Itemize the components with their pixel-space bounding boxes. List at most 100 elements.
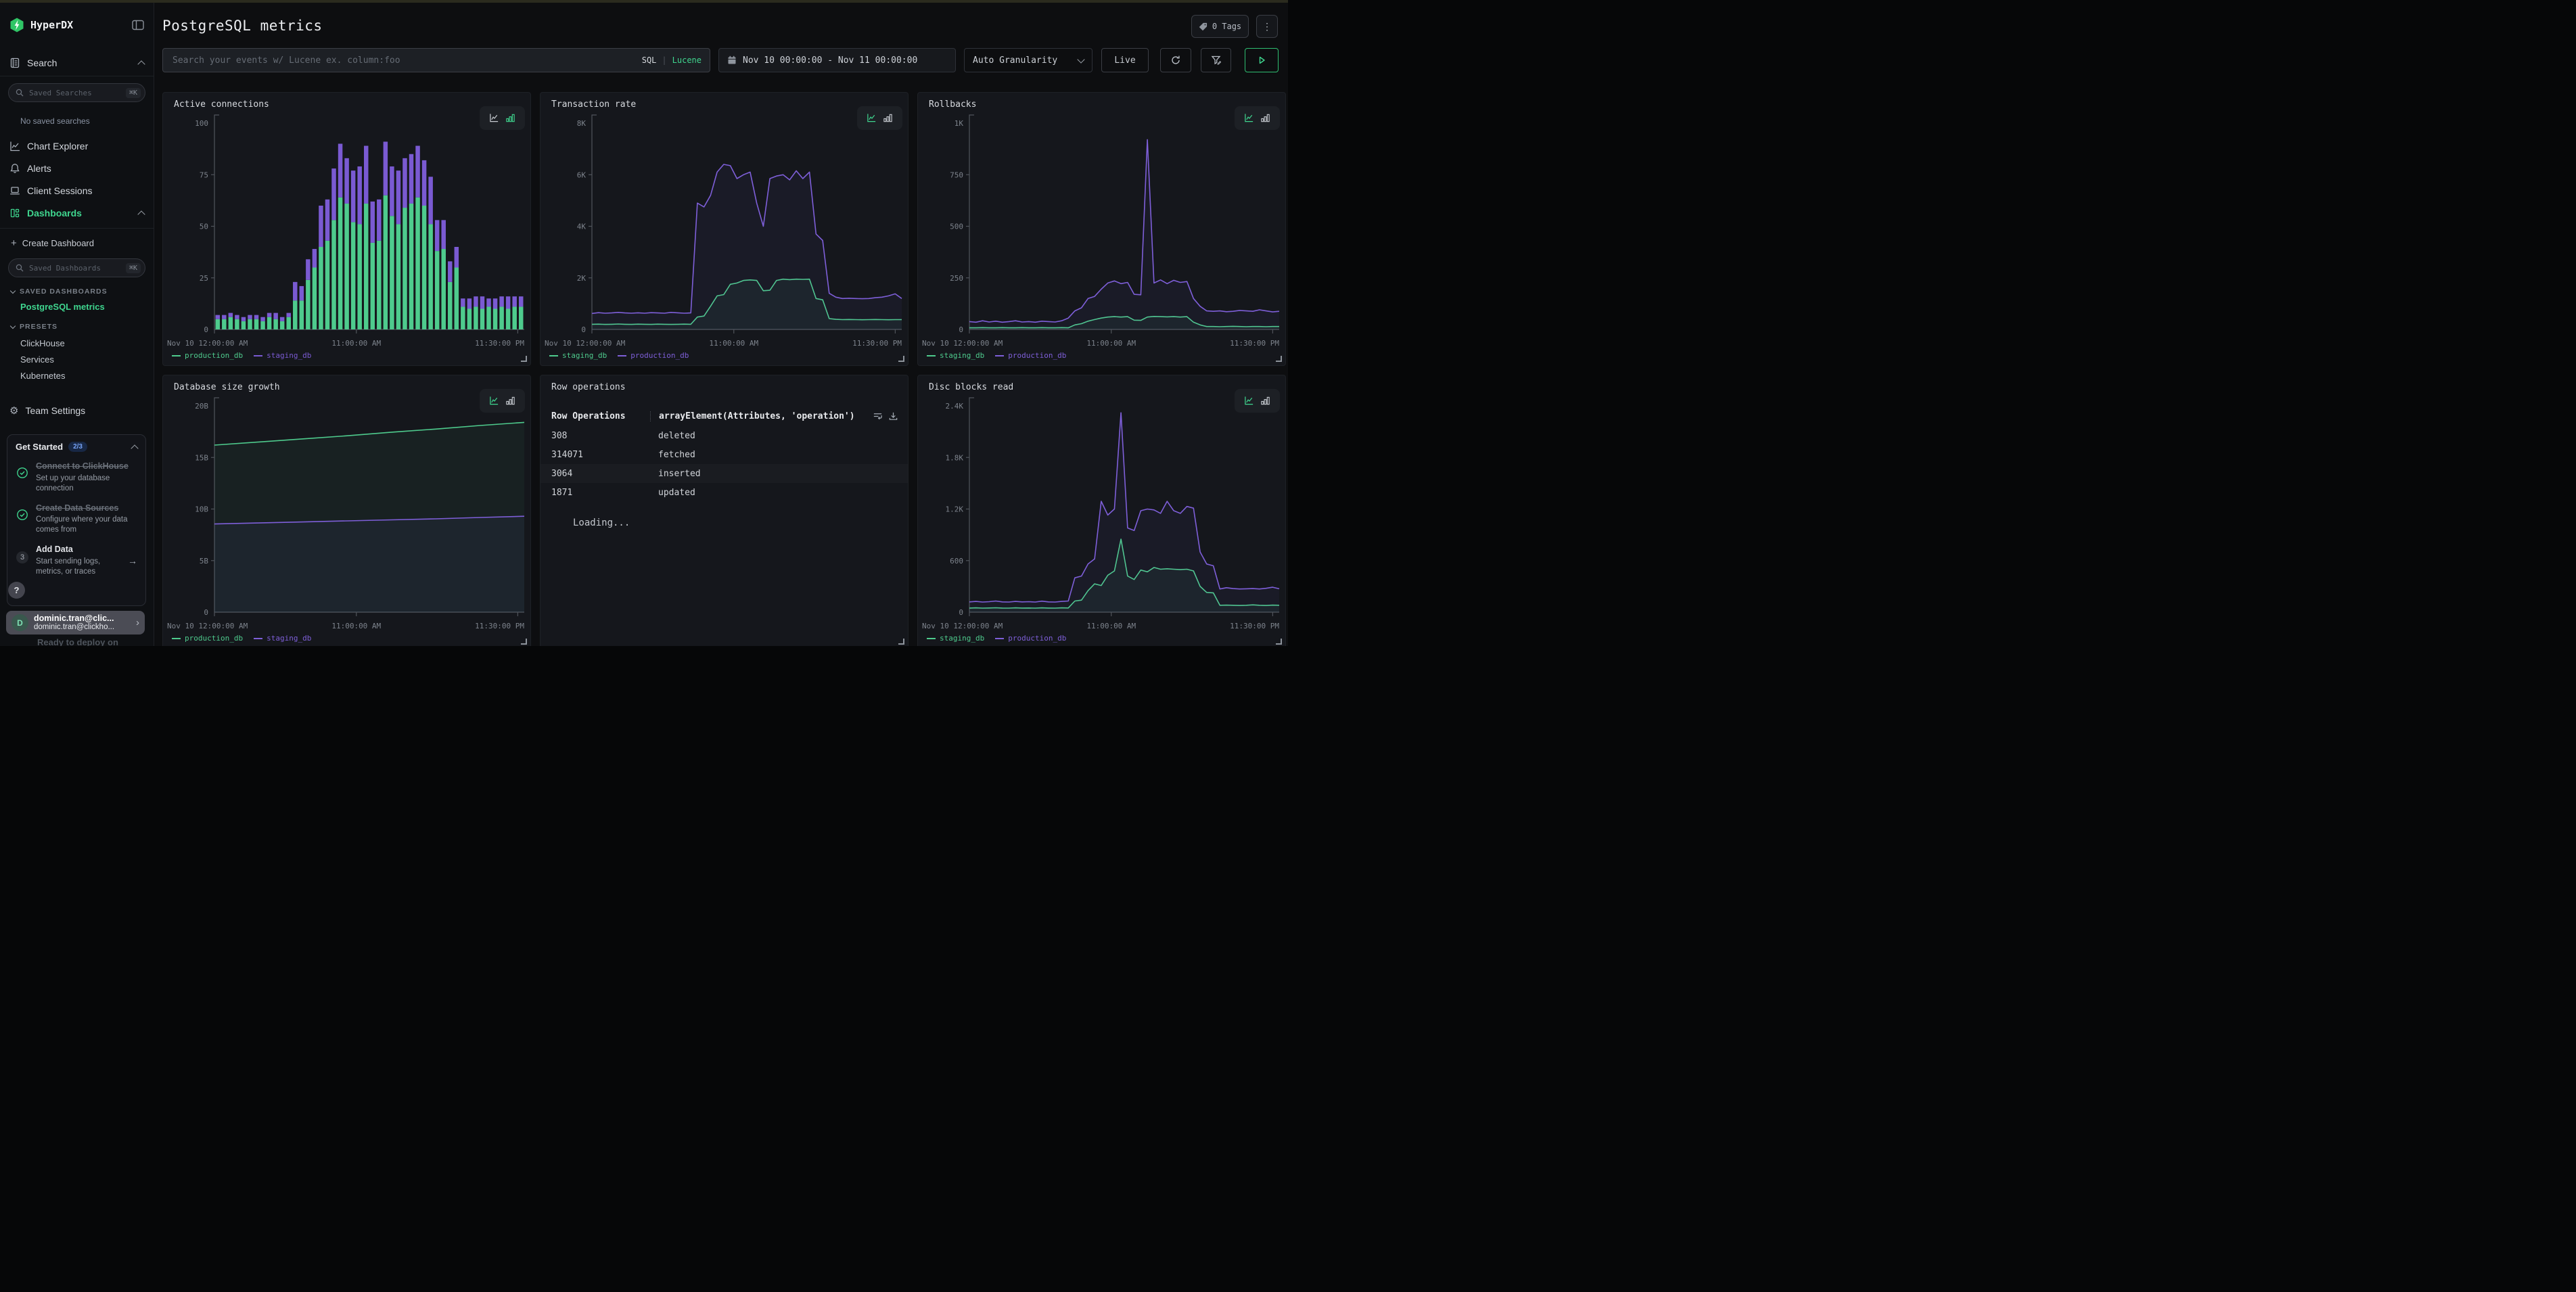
legend-label: staging_db xyxy=(940,634,984,643)
sidebar-item-dashboards[interactable]: Dashboards xyxy=(9,206,144,221)
legend-item[interactable]: production_db xyxy=(172,351,243,360)
chart-plot: 05B10B15B20BNov 10 12:00:00 AM11:00:00 A… xyxy=(163,375,530,646)
get-started-step-add-data[interactable]: 3 Add Data Start sending logs, metrics, … xyxy=(16,545,137,577)
resize-handle[interactable] xyxy=(898,356,904,362)
lucene-mode-button[interactable]: Lucene xyxy=(672,55,702,65)
calendar-icon xyxy=(727,55,737,65)
line-chart-icon[interactable] xyxy=(1244,113,1254,123)
chart-type-toggle[interactable] xyxy=(1235,389,1280,413)
legend-swatch xyxy=(618,355,626,356)
legend-item[interactable]: production_db xyxy=(995,634,1066,643)
chevron-up-icon[interactable] xyxy=(131,444,138,452)
svg-text:100: 100 xyxy=(195,119,208,128)
chart-type-toggle[interactable] xyxy=(857,106,902,130)
legend-swatch xyxy=(995,638,1004,639)
table-row[interactable]: 1871updated xyxy=(540,483,908,502)
refresh-button[interactable] xyxy=(1160,48,1191,72)
chart-legend: production_db staging_db xyxy=(172,351,311,360)
wrap-text-icon[interactable] xyxy=(873,411,883,421)
chart-type-toggle[interactable] xyxy=(480,106,525,130)
get-started-header[interactable]: Get Started 2/3 xyxy=(16,442,137,452)
card-title: Disc blocks read xyxy=(929,382,1013,392)
sidebar-item-postgresql-metrics[interactable]: PostgreSQL metrics xyxy=(20,302,144,313)
legend-item[interactable]: staging_db xyxy=(254,634,311,643)
sidebar-item-services[interactable]: Services xyxy=(20,354,144,365)
saved-dashboards-placeholder: Saved Dashboards xyxy=(29,264,120,273)
legend-swatch xyxy=(254,355,262,356)
table-col-header[interactable]: arrayElement(Attributes, 'operation') xyxy=(650,411,873,421)
chart-type-toggle[interactable] xyxy=(1235,106,1280,130)
sidebar-item-alerts[interactable]: Alerts xyxy=(9,161,144,176)
presets-header[interactable]: PRESETS xyxy=(11,322,144,331)
sql-mode-button[interactable]: SQL xyxy=(642,55,657,65)
legend-item[interactable]: staging_db xyxy=(254,351,311,360)
legend-label: production_db xyxy=(1008,351,1066,360)
saved-searches-input[interactable]: Saved Searches ⌘K xyxy=(8,83,145,102)
resize-handle[interactable] xyxy=(521,639,527,645)
create-dashboard-button[interactable]: + Create Dashboard xyxy=(11,237,144,249)
table-row[interactable]: 3064inserted xyxy=(540,464,908,483)
legend-item[interactable]: staging_db xyxy=(927,634,984,643)
legend-item[interactable]: staging_db xyxy=(549,351,607,360)
divider xyxy=(0,228,154,229)
resize-handle[interactable] xyxy=(898,639,904,645)
sidebar-item-chart-explorer[interactable]: Chart Explorer xyxy=(9,139,144,154)
run-query-button[interactable] xyxy=(1245,48,1279,72)
granularity-select[interactable]: Auto Granularity xyxy=(964,48,1092,72)
line-chart-icon[interactable] xyxy=(1244,396,1254,406)
table-row[interactable]: 314071fetched xyxy=(540,445,908,464)
line-chart-icon[interactable] xyxy=(489,113,499,123)
chevron-up-icon[interactable] xyxy=(137,60,145,68)
legend-item[interactable]: staging_db xyxy=(927,351,984,360)
bar-chart-icon[interactable] xyxy=(1260,113,1270,123)
svg-text:600: 600 xyxy=(950,557,963,566)
saved-dashboards-input[interactable]: Saved Dashboards ⌘K xyxy=(8,258,145,277)
step-desc: Set up your database connection xyxy=(36,474,137,494)
user-profile-button[interactable]: D dominic.tran@clic... dominic.tran@clic… xyxy=(6,611,145,635)
svg-text:75: 75 xyxy=(200,170,208,179)
legend-item[interactable]: production_db xyxy=(618,351,689,360)
tags-button[interactable]: 0 Tags xyxy=(1191,15,1249,38)
bar-chart-icon[interactable] xyxy=(505,113,515,123)
sidebar-item-search[interactable]: Search xyxy=(9,55,144,70)
legend-item[interactable]: production_db xyxy=(995,351,1066,360)
line-chart-icon[interactable] xyxy=(489,396,499,406)
svg-text:0: 0 xyxy=(959,325,963,334)
sidebar-item-kubernetes[interactable]: Kubernetes xyxy=(20,371,144,382)
table-row[interactable]: 308deleted xyxy=(540,426,908,445)
step-texts: Connect to ClickHouse Set up your databa… xyxy=(36,461,137,494)
table-col-header[interactable]: Row Operations xyxy=(551,411,658,421)
resize-handle[interactable] xyxy=(521,356,527,362)
bar-chart-icon[interactable] xyxy=(1260,396,1270,406)
line-chart-icon[interactable] xyxy=(867,113,877,123)
live-button[interactable]: Live xyxy=(1101,48,1149,72)
event-search-bar: SQL | Lucene xyxy=(162,48,710,72)
bar-chart-icon[interactable] xyxy=(883,113,893,123)
help-button[interactable]: ? xyxy=(8,582,25,599)
sidebar-item-team-settings[interactable]: ⚙ Team Settings xyxy=(9,403,144,418)
check-circle-icon xyxy=(16,503,29,536)
filter-button[interactable] xyxy=(1201,48,1231,72)
resize-handle[interactable] xyxy=(1276,639,1282,645)
saved-dashboards-header[interactable]: SAVED DASHBOARDS xyxy=(11,287,144,296)
more-menu-button[interactable]: ⋮ xyxy=(1256,15,1278,38)
legend-swatch xyxy=(549,355,558,356)
search-input[interactable] xyxy=(171,55,635,66)
card-title: Rollbacks xyxy=(929,99,976,110)
chevron-up-icon[interactable] xyxy=(137,210,145,218)
date-range-picker[interactable]: Nov 10 00:00:00 - Nov 11 00:00:00 xyxy=(718,48,956,72)
sidebar-item-client-sessions[interactable]: Client Sessions xyxy=(9,183,144,198)
resize-handle[interactable] xyxy=(1276,356,1282,362)
get-started-step-connect[interactable]: Connect to ClickHouse Set up your databa… xyxy=(16,461,137,494)
collapse-sidebar-icon[interactable] xyxy=(132,20,144,30)
chart-plot: 0255075100Nov 10 12:00:00 AM11:00:00 AM1… xyxy=(163,93,530,365)
get-started-step-sources[interactable]: Create Data Sources Configure where your… xyxy=(16,503,137,536)
download-icon[interactable] xyxy=(888,411,898,421)
dashboards-icon xyxy=(9,208,20,218)
bar-chart-icon[interactable] xyxy=(505,396,515,406)
legend-label: staging_db xyxy=(267,351,311,360)
sidebar-item-clickhouse[interactable]: ClickHouse xyxy=(20,338,144,349)
chart-type-toggle[interactable] xyxy=(480,389,525,413)
svg-text:500: 500 xyxy=(950,223,963,231)
legend-item[interactable]: production_db xyxy=(172,634,243,643)
